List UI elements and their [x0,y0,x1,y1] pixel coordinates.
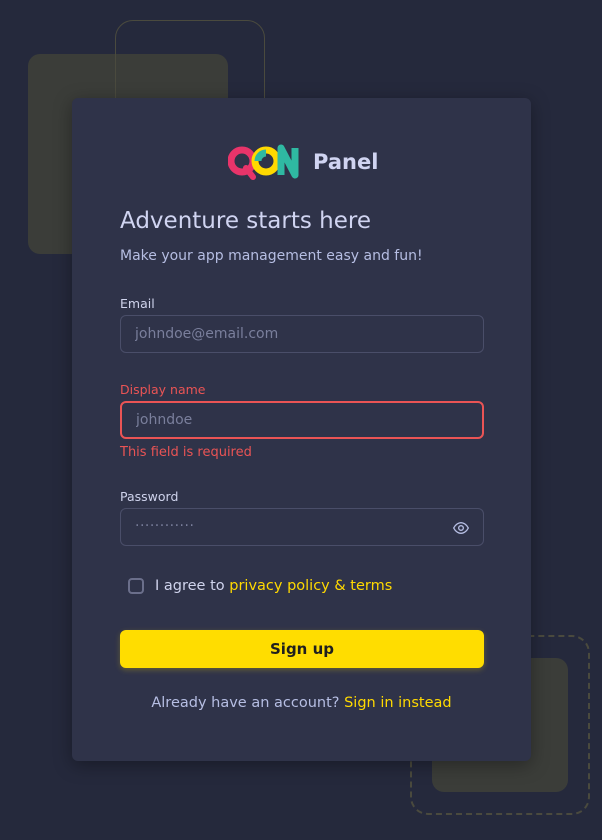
password-label: Password [120,489,179,504]
signin-question: Already have an account? [151,695,340,711]
email-label: Email [120,296,155,311]
terms-row: I agree to privacy policy & terms [128,578,392,594]
email-field[interactable] [120,315,484,353]
display-name-error: This field is required [120,445,252,460]
signin-row: Already have an account? Sign in instead [72,695,531,711]
signup-card: Panel Adventure starts here Make your ap… [72,98,531,761]
signup-button[interactable]: Sign up [120,630,484,668]
brand-logo [228,144,299,180]
terms-text: I agree to privacy policy & terms [155,578,392,594]
display-name-field[interactable] [120,401,484,439]
page-subtitle: Make your app management easy and fun! [120,248,423,264]
signin-link[interactable]: Sign in instead [344,695,452,711]
password-value: ············ [135,518,195,534]
brand: Panel [228,144,378,180]
terms-checkbox[interactable] [128,578,144,594]
privacy-terms-link[interactable]: privacy policy & terms [229,578,392,594]
eye-icon[interactable] [453,520,469,536]
display-name-label: Display name [120,382,206,397]
brand-name: Panel [313,150,379,174]
terms-prefix: I agree to [155,578,225,594]
page-title: Adventure starts here [120,208,371,234]
password-field[interactable]: ············ [120,508,484,546]
